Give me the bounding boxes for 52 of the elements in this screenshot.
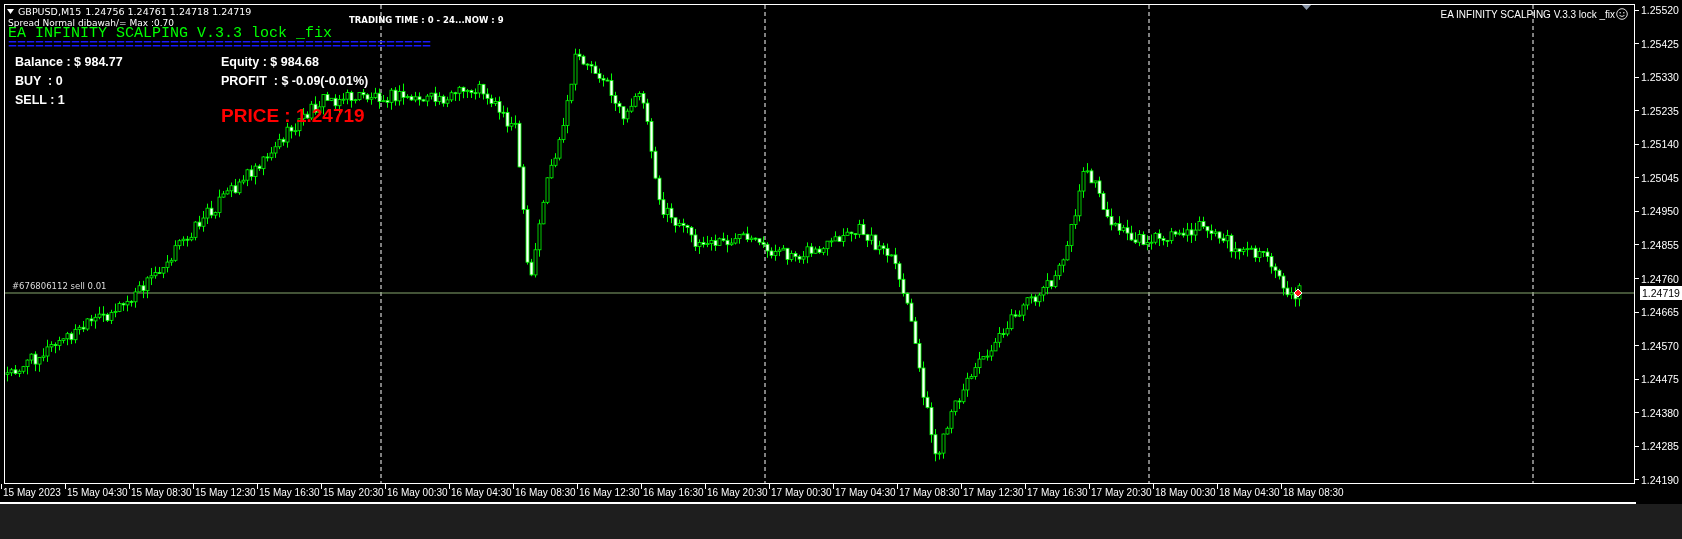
equity-label: Equity : $ 984.68 (221, 55, 319, 69)
smiley-icon (1616, 8, 1628, 20)
time-axis-label: 16 May 08:30 (515, 486, 576, 498)
price-axis-label: 1.24285 (1641, 440, 1679, 453)
time-axis-label: 17 May 08:30 (899, 486, 960, 498)
price-axis-label: 1.25330 (1641, 71, 1679, 84)
buy-count-label: BUY : 0 (15, 74, 63, 88)
price-axis-label: 1.24760 (1641, 272, 1679, 285)
price-axis-label: 1.24570 (1641, 339, 1679, 352)
order-label: #676806112 sell 0.01 (12, 281, 107, 291)
price-axis-label: 1.25045 (1641, 171, 1679, 184)
time-axis-label: 18 May 00:30 (1155, 486, 1216, 498)
time-axis-label: 16 May 04:30 (451, 486, 512, 498)
time-axis-label: 17 May 16:30 (1027, 486, 1088, 498)
order-marker-icon (1293, 288, 1303, 298)
time-axis-label: 17 May 00:30 (771, 486, 832, 498)
time-axis-label: 15 May 16:30 (259, 486, 320, 498)
time-axis-label: 16 May 16:30 (643, 486, 704, 498)
price-axis-label: 1.25140 (1641, 138, 1679, 151)
time-axis-label: 15 May 08:30 (131, 486, 192, 498)
time-axis-label: 15 May 12:30 (195, 486, 256, 498)
time-axis-label: 17 May 20:30 (1091, 486, 1152, 498)
trading-time-label: TRADING TIME : 0 - 24...NOW : 9 (349, 15, 504, 25)
time-axis-label: 17 May 04:30 (835, 486, 896, 498)
price-axis-label: 1.24855 (1641, 239, 1679, 251)
price-axis-label: 1.25520 (1641, 4, 1679, 16)
time-axis-label: 17 May 12:30 (963, 486, 1024, 498)
ea-label: EA INFINITY SCALPING V.3.3 lock _fix (1440, 8, 1615, 20)
time-axis-label: 16 May 00:30 (387, 486, 448, 498)
balance-label: Balance : $ 984.77 (15, 55, 123, 69)
sell-count-label: SELL : 1 (15, 93, 65, 107)
chart-shift-icon (1302, 5, 1311, 10)
price-axis-label: 1.24950 (1641, 205, 1679, 218)
time-axis-label: 15 May 2023 (3, 486, 61, 498)
price-axis-label: 1.25235 (1641, 104, 1679, 117)
current-price-label: 1.24719 (1640, 286, 1682, 300)
profit-label: PROFIT : $ -0.09(-0.01%) (221, 74, 369, 88)
price-axis-label: 1.24380 (1641, 406, 1679, 419)
spread-note: Spread Normal dibawah/= Max :0.70 (8, 18, 174, 28)
price-axis-label: 1.24665 (1641, 306, 1679, 319)
price-axis-label: 1.25425 (1641, 37, 1679, 50)
time-axis-label: 16 May 12:30 (579, 486, 640, 498)
time-axis-label: 18 May 08:30 (1283, 486, 1344, 498)
time-axis-label: 18 May 04:30 (1219, 486, 1280, 498)
price-axis-label: 1.24190 (1641, 473, 1679, 486)
time-axis-label: 15 May 04:30 (67, 486, 128, 498)
time-axis-label: 16 May 20:30 (707, 486, 768, 498)
quote-values: 1.24756 1.24761 1.24718 1.24719 (85, 6, 252, 17)
price-axis-label: 1.24475 (1641, 373, 1679, 386)
symbol-label: GBPUSD,M15 (18, 6, 82, 17)
time-axis-label: 15 May 20:30 (323, 486, 384, 498)
dropdown-triangle-icon (7, 9, 14, 14)
